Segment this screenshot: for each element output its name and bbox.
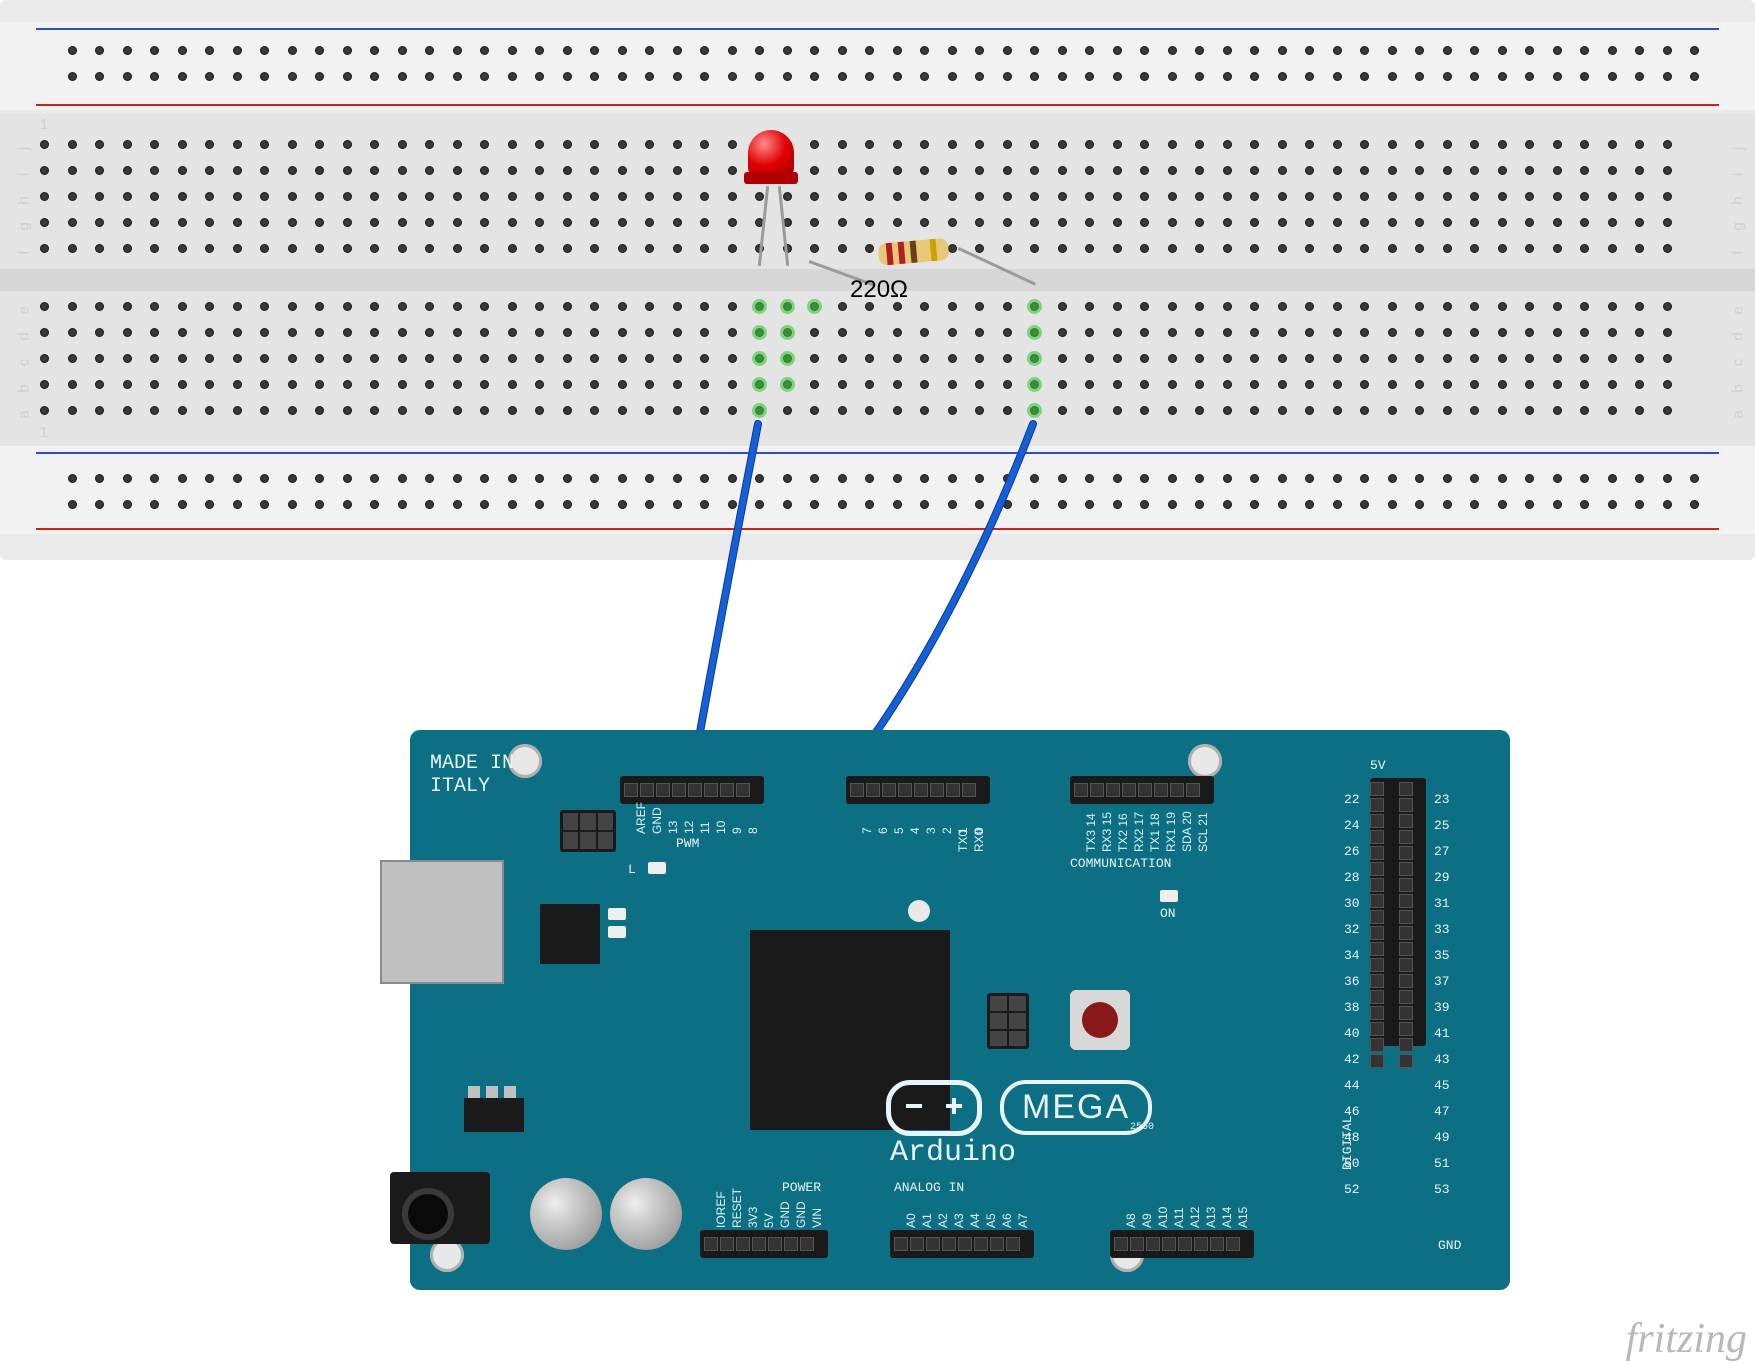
arduino-brand-label: Arduino [890,1136,1016,1170]
on-led-icon [1160,890,1178,902]
header-analog-a [890,1230,1034,1258]
diagram-canvas: 1 1 jjiihhggffeeddccbbaa 220Ω [0,0,1755,1365]
header-analog-b [1110,1230,1254,1258]
mounting-hole-icon [1188,744,1222,778]
capacitor-icon [610,1178,682,1250]
l-led-label: L [628,862,636,877]
led-red-icon [748,130,794,188]
communication-label: COMMUNICATION [1070,856,1171,871]
via-icon [908,900,930,922]
gnd-label: GND [1438,1238,1461,1253]
tx-led-icon [608,908,626,920]
breadboard-rail-top [0,22,1755,110]
header-power [700,1230,828,1258]
rx-led-icon [608,926,626,938]
regulator-pin-icon [468,1086,480,1098]
power-label: POWER [782,1180,821,1195]
pwm-label: PWM [676,836,699,851]
icsp-header-icon [987,993,1029,1049]
on-led-label: ON [1160,906,1176,921]
header-digital [846,776,990,804]
fivev-label: 5V [1370,758,1386,773]
usb-port-icon [380,860,504,984]
arduino-logo-icon [886,1080,982,1136]
breadboard-column-numbers: 1 [0,116,1755,140]
breadboard-rail-bottom [0,446,1755,534]
header-digital-right [1370,778,1426,1046]
attribution-label: fritzing [1626,1315,1747,1363]
rail-line-blue [36,452,1719,454]
breadboard-column-numbers: 1 [0,424,1755,448]
capacitor-icon [530,1178,602,1250]
reset-button[interactable] [1070,990,1130,1050]
regulator-pin-icon [486,1086,498,1098]
rail-line-red [36,528,1719,530]
chip-icon [540,904,600,964]
l-led-icon [648,862,666,874]
icsp-header-icon [560,810,616,852]
header-communication [1070,776,1214,804]
digital-label: DIGITAL [1340,1115,1355,1170]
breadboard-terminal-bottom [0,291,1755,446]
rail-line-red [36,104,1719,106]
header-digital-pwm [620,776,764,804]
analog-in-label: ANALOG IN [894,1180,964,1195]
regulator-pin-icon [504,1086,516,1098]
made-in-label: MADE IN ITALY [430,752,514,798]
rail-line-blue [36,28,1719,30]
resistor-value-label: 220Ω [850,276,908,304]
arduino-mega-board: MADE IN ITALY AREFGND131211109876543210T… [410,730,1510,1290]
dc-jack-icon [390,1172,490,1244]
arduino-model-sub: 2560 [1130,1122,1154,1133]
regulator-icon [464,1098,524,1132]
